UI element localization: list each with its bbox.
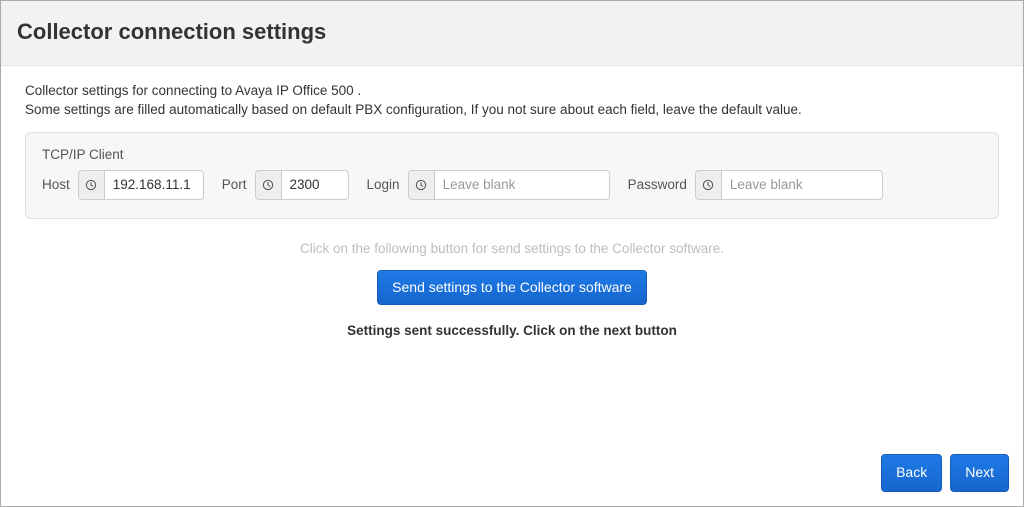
send-settings-button[interactable]: Send settings to the Collector software: [377, 270, 647, 306]
host-label: Host: [42, 177, 70, 192]
next-button[interactable]: Next: [950, 454, 1009, 492]
status-message: Settings sent successfully. Click on the…: [25, 323, 999, 338]
form-row: Host Port Login: [42, 170, 982, 200]
port-label: Port: [222, 177, 247, 192]
clock-icon: [695, 170, 721, 200]
back-button[interactable]: Back: [881, 454, 942, 492]
port-input-group: [255, 170, 349, 200]
host-field-group: Host: [42, 170, 204, 200]
login-input[interactable]: [434, 170, 610, 200]
password-input[interactable]: [721, 170, 883, 200]
host-input-group: [78, 170, 204, 200]
login-input-group: [408, 170, 610, 200]
clock-icon: [408, 170, 434, 200]
password-input-group: [695, 170, 883, 200]
clock-icon: [255, 170, 281, 200]
password-label: Password: [628, 177, 687, 192]
host-input[interactable]: [104, 170, 204, 200]
page-title: Collector connection settings: [17, 19, 1007, 45]
port-input[interactable]: [281, 170, 349, 200]
connection-panel: TCP/IP Client Host Port: [25, 132, 999, 219]
intro-line-2: Some settings are filled automatically b…: [25, 101, 999, 120]
footer-nav: Back Next: [881, 454, 1009, 492]
port-field-group: Port: [222, 170, 349, 200]
password-field-group: Password: [628, 170, 883, 200]
send-button-row: Send settings to the Collector software: [25, 270, 999, 306]
panel-title: TCP/IP Client: [42, 147, 982, 162]
clock-icon: [78, 170, 104, 200]
login-field-group: Login: [367, 170, 610, 200]
intro-text: Collector settings for connecting to Ava…: [25, 82, 999, 120]
send-hint: Click on the following button for send s…: [25, 241, 999, 256]
page-header: Collector connection settings: [1, 1, 1023, 66]
page-content: Collector settings for connecting to Ava…: [1, 66, 1023, 338]
login-label: Login: [367, 177, 400, 192]
intro-line-1: Collector settings for connecting to Ava…: [25, 82, 999, 101]
